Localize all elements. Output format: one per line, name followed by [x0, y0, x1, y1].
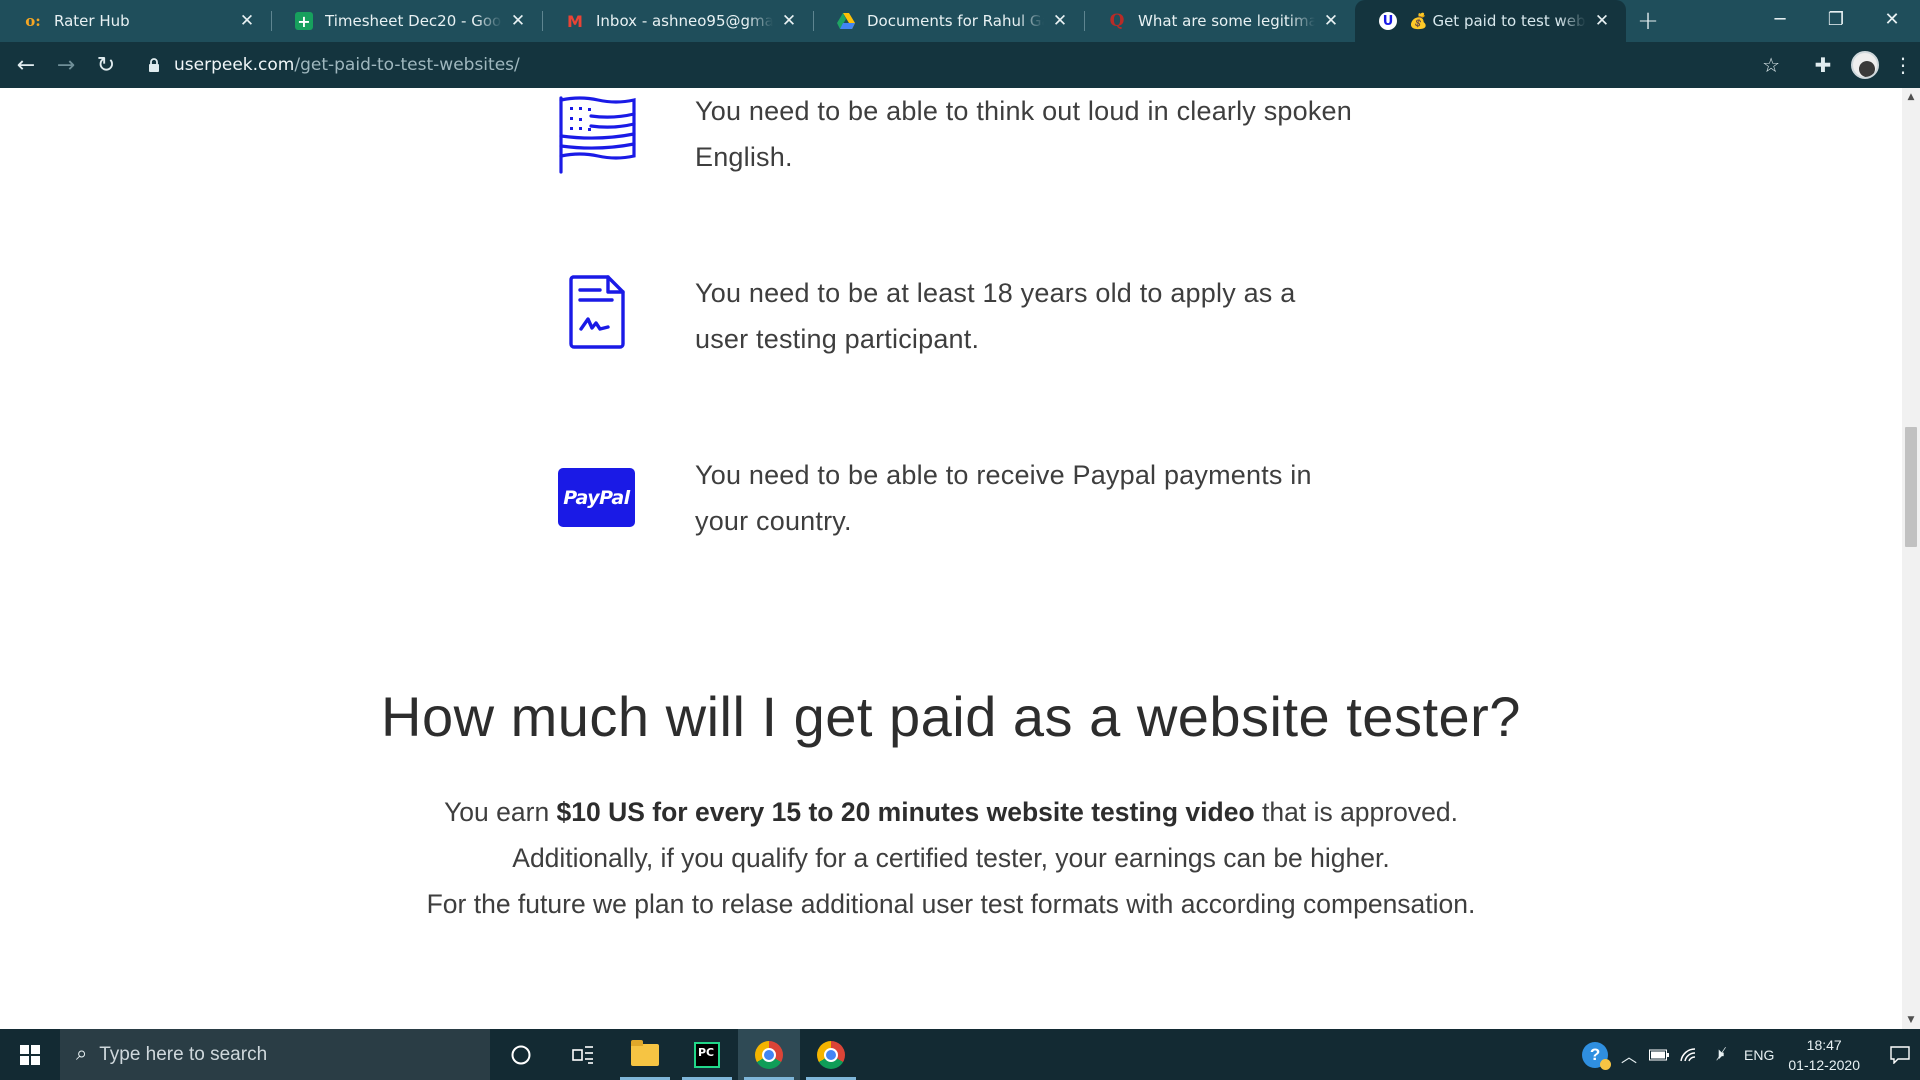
forward-icon[interactable]: →	[46, 45, 86, 85]
bookmark-star-icon[interactable]: ☆	[1762, 53, 1780, 77]
requirement-text: You need to be able to receive Paypal pa…	[695, 460, 1312, 536]
google-drive-icon	[837, 12, 855, 30]
tab-title: Timesheet Dec20 - Google Sheets	[325, 12, 502, 30]
tab-title: Inbox - ashneo95@gmail.com	[596, 12, 773, 30]
tab-quora[interactable]: Q What are some legitimate ways ✕	[1084, 0, 1355, 42]
url-path: /get-paid-to-test-websites/	[294, 55, 520, 75]
google-sheets-icon: +	[295, 12, 313, 31]
url-host: userpeek.com	[174, 55, 295, 75]
page-viewport: You need to be able to think out loud in…	[0, 88, 1902, 1029]
tab-strip: o: Rater Hub ✕ + Timesheet Dec20 - Googl…	[0, 0, 1920, 42]
chrome-second-window-icon[interactable]	[800, 1029, 862, 1080]
pycharm-icon[interactable]: PC	[676, 1029, 738, 1080]
minimize-icon[interactable]: ─	[1752, 0, 1808, 38]
start-button[interactable]	[0, 1029, 60, 1080]
earn-highlight: $10 US for every 15 to 20 minutes websit…	[556, 797, 1255, 827]
windows-logo-icon	[20, 1044, 40, 1065]
address-bar[interactable]: userpeek.com/get-paid-to-test-websites/ …	[134, 48, 1792, 82]
chevron-up-icon[interactable]: ︿	[1614, 1043, 1644, 1067]
taskbar-search[interactable]: ⌕ Type here to search	[60, 1029, 490, 1080]
menu-kebab-icon[interactable]: ⋮	[1886, 45, 1920, 85]
scroll-up-icon[interactable]: ▲	[1902, 88, 1920, 106]
language-indicator[interactable]: ENG	[1744, 1047, 1774, 1063]
close-icon[interactable]: ✕	[1321, 11, 1341, 31]
system-tray: ? ︿ 🕨̸ ENG 18:47 01-12-2020	[1582, 1029, 1920, 1080]
search-placeholder: Type here to search	[99, 1043, 268, 1065]
earn-suffix: that is approved.	[1254, 797, 1458, 827]
section-title: How much will I get paid as a website te…	[381, 685, 1521, 748]
clock-date: 01-12-2020	[1788, 1056, 1860, 1073]
tab-title: What are some legitimate ways	[1138, 12, 1315, 30]
cortana-icon[interactable]	[490, 1029, 552, 1080]
earnings-paragraph: You earn $10 US for every 15 to 20 minut…	[0, 789, 1902, 835]
document-signature-icon	[569, 275, 625, 349]
paypal-icon: PayPal	[558, 468, 635, 527]
userpeek-icon: U	[1379, 12, 1397, 30]
gmail-icon: M	[567, 11, 583, 31]
lock-icon	[149, 58, 159, 72]
new-tab-button[interactable]: +	[1626, 0, 1670, 42]
speaker-muted-icon[interactable]: 🕨̸	[1704, 1046, 1734, 1064]
reload-icon[interactable]: ↻	[86, 45, 126, 85]
tab-userpeek[interactable]: U 💰 Get paid to test websites ✕	[1355, 0, 1626, 42]
earnings-line-2: Additionally, if you qualify for a certi…	[512, 843, 1390, 873]
quora-icon: Q	[1109, 11, 1125, 31]
wifi-icon[interactable]	[1674, 1047, 1704, 1063]
file-explorer-icon[interactable]	[614, 1029, 676, 1080]
browser-toolbar: ← → ↻ userpeek.com/get-paid-to-test-webs…	[0, 42, 1920, 88]
scrollbar-thumb[interactable]	[1905, 427, 1917, 547]
scroll-down-icon[interactable]: ▼	[1902, 1011, 1920, 1029]
profile-avatar[interactable]	[1844, 45, 1886, 85]
windows-taskbar: ⌕ Type here to search PC ? ︿ 🕨̸ ENG 18:4…	[0, 1029, 1920, 1080]
clock-time: 18:47	[1806, 1036, 1842, 1053]
requirement-text: You need to be at least 18 years old to …	[695, 278, 1296, 354]
chrome-icon[interactable]	[738, 1029, 800, 1080]
tab-title: Rater Hub	[54, 12, 130, 30]
tab-gmail[interactable]: M Inbox - ashneo95@gmail.com ✕	[542, 0, 813, 42]
close-icon[interactable]: ✕	[508, 11, 528, 31]
requirement-text: You need to be able to think out loud in…	[695, 96, 1352, 172]
notification-icon[interactable]	[1880, 1045, 1920, 1064]
close-icon[interactable]: ✕	[1050, 11, 1070, 31]
task-view-icon[interactable]	[552, 1029, 614, 1080]
close-window-icon[interactable]: ✕	[1864, 0, 1920, 38]
help-icon[interactable]: ?	[1582, 1041, 1612, 1070]
search-icon: ⌕	[76, 1043, 88, 1065]
back-icon[interactable]: ←	[6, 45, 46, 85]
window-controls: ─ ❐ ✕	[1752, 0, 1920, 38]
battery-icon[interactable]	[1644, 1049, 1674, 1061]
close-icon[interactable]: ✕	[1592, 11, 1612, 31]
close-icon[interactable]: ✕	[237, 11, 257, 31]
tab-title: Documents for Rahul Gatkal	[867, 12, 1044, 30]
close-icon[interactable]: ✕	[779, 11, 799, 31]
tab-timesheet[interactable]: + Timesheet Dec20 - Google Sheets ✕	[271, 0, 542, 42]
page-scrollbar[interactable]: ▲ ▼	[1902, 88, 1920, 1029]
restore-icon[interactable]: ❐	[1808, 0, 1864, 38]
earnings-line-3: For the future we plan to relase additio…	[426, 889, 1476, 919]
raterhub-icon: o:	[25, 12, 41, 30]
clock[interactable]: 18:47 01-12-2020	[1788, 1035, 1860, 1075]
avatar	[1851, 51, 1879, 79]
tab-title: 💰 Get paid to test websites	[1409, 12, 1586, 30]
tab-rater-hub[interactable]: o: Rater Hub ✕	[0, 0, 271, 42]
earn-prefix: You earn	[444, 797, 557, 827]
flag-icon	[559, 96, 636, 174]
extensions-icon[interactable]: ✚	[1802, 45, 1844, 85]
tab-drive[interactable]: Documents for Rahul Gatkal ✕	[813, 0, 1084, 42]
